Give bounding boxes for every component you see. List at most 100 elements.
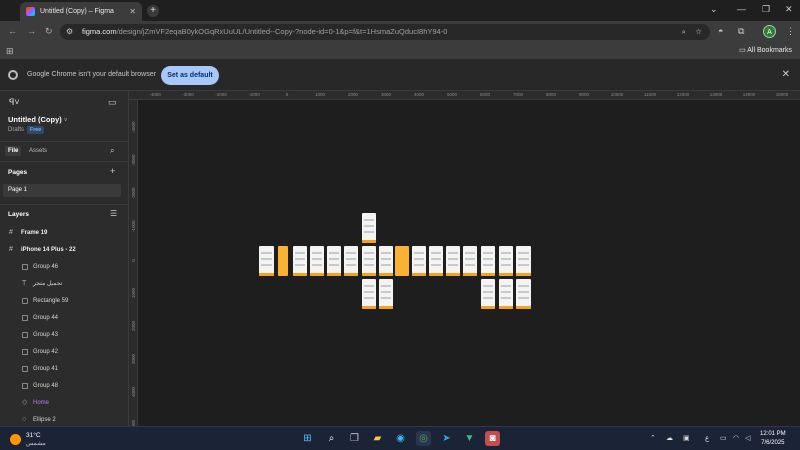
file-explorer-icon[interactable]: ▰ xyxy=(370,431,385,446)
menu-icon[interactable]: ⋮ xyxy=(786,26,795,37)
pages-heading: Pages xyxy=(8,169,28,176)
apps-grid-icon[interactable]: ⊞ xyxy=(6,46,14,57)
layer-item[interactable]: Group 44 xyxy=(0,310,128,326)
vue-app-icon[interactable]: ▼ xyxy=(462,431,477,446)
figma-canvas[interactable]: -4000 -3000 -2000 -1000 0 1000 2000 3000 4000 500… xyxy=(129,91,800,426)
file-location: Drafts Free xyxy=(8,126,45,134)
frame-thumbnail[interactable] xyxy=(395,246,409,276)
tab-search-icon[interactable]: ⌄ xyxy=(710,4,718,15)
battery-icon[interactable]: ▭ xyxy=(720,434,727,442)
frame-thumbnail[interactable] xyxy=(259,246,274,276)
frame-thumbnail[interactable] xyxy=(481,246,495,276)
site-info-icon[interactable]: ⚙ xyxy=(66,24,73,40)
frame-thumbnail[interactable] xyxy=(516,279,531,309)
search-icon[interactable]: ⌕ xyxy=(110,146,114,156)
windows-start-icon[interactable]: ⊞ xyxy=(300,431,315,446)
frame-thumbnail[interactable] xyxy=(463,246,477,276)
figma-menu-icon[interactable]: ꟼ˅ xyxy=(9,97,20,108)
frame-thumbnail[interactable] xyxy=(278,246,288,276)
toggle-sidebar-icon[interactable]: ▭ xyxy=(108,97,117,108)
language-indicator[interactable]: ع xyxy=(705,434,709,442)
infobar-close-icon[interactable]: ✕ xyxy=(782,69,790,80)
ruler-tick-label: 6000 xyxy=(479,92,491,97)
layer-item[interactable]: # Frame 19 xyxy=(0,225,128,241)
task-view-icon[interactable]: ❐ xyxy=(347,431,362,446)
set-default-button[interactable]: Set as default xyxy=(161,66,219,85)
layer-item[interactable]: ○ Ellipse 2 xyxy=(0,412,128,426)
new-tab-button[interactable]: + xyxy=(147,5,159,17)
layer-item[interactable]: T تحميل متجر xyxy=(0,276,128,292)
chrome-logo-icon xyxy=(8,70,18,80)
chevron-down-icon[interactable]: ˅ xyxy=(64,118,68,124)
frame-thumbnail[interactable] xyxy=(362,213,376,243)
zoom-icon[interactable]: ⌕ xyxy=(682,24,686,40)
browser-tab[interactable]: Untitled (Copy) – Figma ✕ xyxy=(20,2,142,21)
all-bookmarks-label: All Bookmarks xyxy=(747,47,792,54)
group-icon xyxy=(22,332,28,338)
frame-thumbnail[interactable] xyxy=(310,246,324,276)
frame-thumbnail[interactable] xyxy=(446,246,460,276)
frame-thumbnail[interactable] xyxy=(379,279,393,309)
edge-icon[interactable]: ◉ xyxy=(393,431,408,446)
frame-thumbnail[interactable] xyxy=(499,279,513,309)
address-bar[interactable]: ⚙ figma.com/design/jZmVF2eqaB0ykOGqRxUuU… xyxy=(60,24,710,40)
layer-item[interactable]: Group 43 xyxy=(0,327,128,343)
ruler-tick-label: -3000 xyxy=(131,154,136,166)
layer-item[interactable]: Rectangle 59 xyxy=(0,293,128,309)
reload-icon[interactable]: ↻ xyxy=(45,26,53,37)
frame-thumbnail[interactable] xyxy=(327,246,341,276)
frame-thumbnail[interactable] xyxy=(293,246,307,276)
extensions-icon[interactable]: ⧉ xyxy=(738,26,744,37)
all-bookmarks-button[interactable]: ▭ All Bookmarks xyxy=(739,46,792,54)
frame-thumbnail[interactable] xyxy=(429,246,443,276)
drafts-label: Drafts xyxy=(8,127,25,133)
layer-item[interactable]: # iPhone 14 Plus - 22 xyxy=(0,242,128,258)
incognito-icon[interactable]: ◓ xyxy=(718,26,723,36)
profile-avatar[interactable]: A xyxy=(763,25,776,38)
layer-item[interactable]: Group 48 xyxy=(0,378,128,394)
telegram-icon[interactable]: ➤ xyxy=(439,431,454,446)
layer-item[interactable]: Group 41 xyxy=(0,361,128,377)
add-page-icon[interactable]: + xyxy=(110,166,115,176)
maximize-icon[interactable]: ❐ xyxy=(762,4,770,15)
tab-file[interactable]: File xyxy=(5,146,22,156)
tray-overflow-icon[interactable]: ⌃ xyxy=(650,434,656,442)
frame-thumbnail[interactable] xyxy=(344,246,358,276)
weather-condition: مشمس xyxy=(26,441,46,447)
forward-icon[interactable]: → xyxy=(27,26,36,36)
frame-thumbnail[interactable] xyxy=(362,246,376,276)
photos-icon[interactable]: ▣ xyxy=(683,434,690,442)
frame-thumbnail[interactable] xyxy=(481,279,495,309)
page-item-selected[interactable]: Page 1 xyxy=(3,184,121,197)
bookmarks-bar: ⊞ ▭ All Bookmarks xyxy=(0,43,800,60)
tab-assets[interactable]: Assets xyxy=(29,148,47,154)
url-path: /design/jZmVF2eqaB0ykOGqRxUuUL/Untitled-… xyxy=(116,27,448,36)
rectangle-icon xyxy=(22,298,28,304)
tab-strip: Untitled (Copy) – Figma ✕ + ⌄ — ❐ ✕ xyxy=(0,0,800,21)
bookmark-star-icon[interactable]: ☆ xyxy=(695,24,702,40)
volume-icon[interactable]: ◁ xyxy=(745,434,750,442)
clock-time: 12:01 PM xyxy=(760,431,786,437)
close-tab-icon[interactable]: ✕ xyxy=(129,7,136,16)
frame-thumbnail[interactable] xyxy=(516,246,531,276)
file-name[interactable]: Untitled (Copy) ˅ xyxy=(8,115,67,124)
back-icon[interactable]: ← xyxy=(8,26,17,36)
layer-item[interactable]: Group 46 xyxy=(0,259,128,275)
layer-item[interactable]: Group 42 xyxy=(0,344,128,360)
close-window-icon[interactable]: ✕ xyxy=(785,4,793,15)
divider xyxy=(0,141,128,142)
layer-item[interactable]: ◇ Home xyxy=(0,395,128,411)
frame-thumbnail[interactable] xyxy=(412,246,426,276)
frame-thumbnail[interactable] xyxy=(499,246,513,276)
wifi-icon[interactable]: ◠ xyxy=(733,434,739,442)
minimize-icon[interactable]: — xyxy=(737,4,746,14)
chrome-icon[interactable]: ◎ xyxy=(416,431,431,446)
divider xyxy=(0,204,128,205)
search-icon[interactable]: ⌕ xyxy=(324,431,339,446)
frame-thumbnail[interactable] xyxy=(379,246,393,276)
layers-list-icon[interactable]: ☰ xyxy=(110,209,117,218)
onedrive-icon[interactable]: ☁ xyxy=(666,434,673,442)
active-app-icon[interactable]: ◙ xyxy=(485,431,500,446)
system-clock[interactable]: 12:01 PM 7/6/2025 xyxy=(760,430,786,448)
frame-thumbnail[interactable] xyxy=(362,279,376,309)
